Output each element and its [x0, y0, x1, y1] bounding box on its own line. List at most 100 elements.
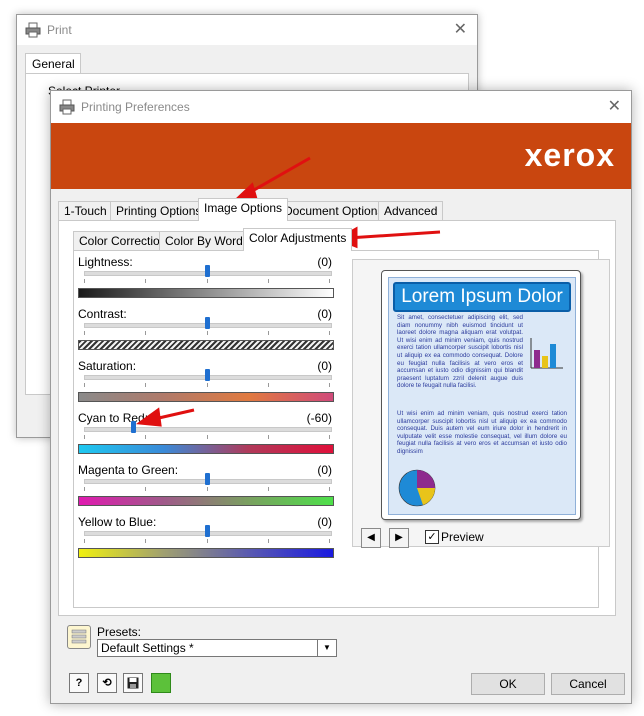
- slider-label: Contrast:: [78, 307, 127, 321]
- xerox-logo: xerox: [524, 137, 615, 173]
- preview-frame: Lorem Ipsum Dolor Sit amet, consectetuer…: [352, 259, 610, 548]
- slider-label: Yellow to Blue:: [78, 515, 157, 529]
- tab-color-by-words[interactable]: Color By Words: [159, 231, 255, 251]
- print-window-title: Print: [47, 23, 72, 37]
- printer-icon: [59, 99, 75, 118]
- slider-tick: [145, 435, 147, 439]
- slider-thumb[interactable]: [205, 265, 210, 277]
- tab-color-correction[interactable]: Color Correction: [73, 231, 173, 251]
- presets-label: Presets:: [97, 625, 142, 639]
- slider-value: (0): [317, 307, 332, 321]
- slider-tick: [206, 487, 208, 491]
- slider-tick: [145, 331, 147, 335]
- slider-tick: [267, 279, 269, 283]
- previous-button[interactable]: ◀: [361, 528, 381, 548]
- slider-label: Magenta to Green:: [78, 463, 179, 477]
- preview-card: Lorem Ipsum Dolor Sit amet, consectetuer…: [381, 270, 581, 520]
- slider-tick: [267, 383, 269, 387]
- presets-dropdown[interactable]: Default Settings *: [97, 639, 318, 657]
- slider-thumb[interactable]: [205, 317, 210, 329]
- slider-tick: [84, 539, 85, 543]
- slider-thumb[interactable]: [205, 369, 210, 381]
- printer-icon: [25, 22, 41, 41]
- prefs-close-icon[interactable]: ✕: [608, 99, 621, 115]
- preview-checkbox[interactable]: ✓: [425, 530, 439, 544]
- slider-tick: [84, 383, 85, 387]
- slider-tick: [145, 383, 147, 387]
- slider-contrast: Contrast: (0): [74, 307, 336, 359]
- slider-tick: [329, 331, 330, 335]
- tab-printing-options[interactable]: Printing Options: [110, 201, 208, 221]
- color-gradient-bar: [78, 548, 334, 558]
- slider-lightness: Lightness: (0): [74, 255, 336, 307]
- preview-page: Lorem Ipsum Dolor Sit amet, consectetuer…: [388, 277, 576, 515]
- slider-tick: [206, 435, 208, 439]
- prefs-titlebar: Printing Preferences ✕: [51, 91, 631, 123]
- slider-tick: [145, 279, 147, 283]
- floppy-disk-icon: [127, 677, 139, 689]
- slider-tick: [267, 331, 269, 335]
- slider-tick: [329, 279, 330, 283]
- slider-saturation: Saturation: (0): [74, 359, 336, 411]
- slider-tick: [84, 279, 85, 283]
- slider-ticks: [84, 279, 330, 283]
- cancel-button[interactable]: Cancel: [551, 673, 625, 695]
- tab-document-options[interactable]: Document Options: [278, 201, 390, 221]
- bar-chart-icon: [530, 338, 563, 369]
- slider-tick: [329, 487, 330, 491]
- slider-tick: [267, 435, 269, 439]
- slider-value: (0): [317, 515, 332, 529]
- slider-tick: [145, 487, 147, 491]
- slider-track[interactable]: [84, 427, 332, 432]
- color-gradient-bar: [78, 392, 334, 402]
- slider-yellow-blue: Yellow to Blue: (0): [74, 515, 336, 567]
- slider-thumb[interactable]: [205, 525, 210, 537]
- slider-tick: [329, 383, 330, 387]
- presets-icon[interactable]: [67, 625, 91, 649]
- chevron-down-icon[interactable]: ▼: [317, 639, 337, 657]
- next-button[interactable]: ▶: [389, 528, 409, 548]
- slider-thumb[interactable]: [131, 421, 137, 433]
- color-gradient-bar: [78, 288, 334, 298]
- slider-label: Cyan to Red:: [78, 411, 149, 425]
- tab-color-adjustments[interactable]: Color Adjustments: [243, 228, 353, 251]
- slider-tick: [145, 539, 147, 543]
- slider-tick: [206, 331, 208, 335]
- slider-cyan-red: Cyan to Red: (-60): [74, 411, 336, 463]
- tab-advanced[interactable]: Advanced: [378, 201, 444, 221]
- brand-banner: xerox: [51, 123, 631, 189]
- print-close-icon[interactable]: ✕: [454, 22, 467, 38]
- save-button[interactable]: [123, 673, 143, 693]
- color-gradient-bar: [78, 496, 334, 506]
- slider-tick: [84, 487, 85, 491]
- slider-tick: [329, 539, 330, 543]
- ok-button[interactable]: OK: [471, 673, 545, 695]
- main-tab-strip: 1-Touch Printing Options Image Options D…: [58, 198, 628, 221]
- slider-tick: [206, 279, 208, 283]
- preview-paragraph-2: Ut wisi enim ad minim veniam, quis nostr…: [397, 410, 567, 455]
- slider-tick: [267, 539, 269, 543]
- slider-value: (-60): [306, 411, 332, 425]
- refresh-icon: ⟲: [102, 677, 112, 689]
- slider-tick: [84, 331, 85, 335]
- prefs-window-title: Printing Preferences: [81, 100, 190, 114]
- tab-image-options[interactable]: Image Options: [198, 198, 289, 221]
- slider-label: Lightness:: [78, 255, 133, 269]
- preview-title: Lorem Ipsum Dolor: [393, 282, 571, 312]
- slider-tick: [206, 383, 208, 387]
- slider-tick: [206, 539, 208, 543]
- tab-1-touch[interactable]: 1-Touch: [58, 201, 113, 221]
- slider-ticks: [84, 383, 330, 387]
- slider-label: Saturation:: [78, 359, 137, 373]
- slider-tick: [267, 487, 269, 491]
- status-button[interactable]: [151, 673, 171, 693]
- preview-checkbox-label: Preview: [441, 530, 484, 544]
- slider-magenta-green: Magenta to Green: (0): [74, 463, 336, 515]
- print-titlebar: Print ✕: [17, 15, 477, 45]
- tab-general[interactable]: General: [25, 53, 81, 74]
- slider-thumb[interactable]: [205, 473, 210, 485]
- slider-ticks: [84, 331, 330, 335]
- help-button[interactable]: ?: [69, 673, 89, 693]
- restore-defaults-button[interactable]: ⟲: [97, 673, 117, 693]
- slider-tick: [84, 435, 85, 439]
